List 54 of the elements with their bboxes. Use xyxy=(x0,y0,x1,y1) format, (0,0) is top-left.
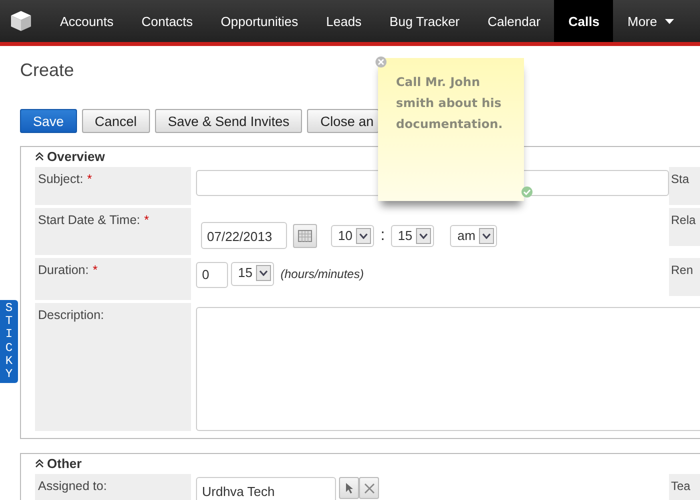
assigned-field[interactable]: Urdhva Tech xyxy=(196,477,336,500)
nav-tab[interactable]: Calls xyxy=(554,0,614,42)
panel-header[interactable]: Overview xyxy=(35,149,700,164)
field-label: Sta xyxy=(669,167,700,205)
panel-header[interactable]: Other xyxy=(35,456,700,471)
collapse-icon xyxy=(35,459,44,468)
chevron-icon xyxy=(256,265,272,281)
calendar-icon[interactable] xyxy=(293,224,317,248)
date-field[interactable]: 07/22/2013 xyxy=(201,222,287,249)
field-label: Rela xyxy=(669,208,700,246)
label-text: Assigned to: xyxy=(38,479,107,493)
clear-icon[interactable] xyxy=(359,477,379,499)
close-icon[interactable] xyxy=(375,56,387,68)
required-mark: * xyxy=(92,263,98,277)
label-text: Subject: xyxy=(38,172,84,186)
action-button[interactable]: Cancel xyxy=(82,109,150,133)
action-button[interactable]: Save xyxy=(20,109,77,133)
collapse-icon xyxy=(35,152,44,161)
nav-tab[interactable]: More xyxy=(613,0,688,42)
minute-select[interactable]: 15 xyxy=(390,224,434,246)
nav-tab[interactable]: Accounts xyxy=(46,0,128,42)
nav-tab[interactable]: Opportunities xyxy=(206,0,312,42)
chevron-icon xyxy=(416,228,432,244)
minutes-select[interactable]: 15 xyxy=(231,262,274,286)
hour-select[interactable]: 10 xyxy=(331,224,374,246)
sticky-tab[interactable]: STICKY xyxy=(0,300,18,384)
cube-logo-icon[interactable] xyxy=(10,10,32,32)
page-title: Create xyxy=(20,60,74,81)
duration-hint: (hours/minutes) xyxy=(280,267,364,281)
chevron-icon xyxy=(479,228,494,244)
checkmark-icon[interactable] xyxy=(521,186,533,198)
description-field[interactable] xyxy=(196,307,700,431)
field-label: Tea xyxy=(669,474,700,500)
label-text: Description: xyxy=(38,308,104,322)
action-button[interactable]: Save & Send Invites xyxy=(154,109,302,133)
caret-icon xyxy=(665,18,674,24)
note-text: Call Mr. John smith about his documentation. xyxy=(396,74,504,133)
panel-title: Other xyxy=(47,456,82,471)
nav-tab[interactable]: Leads xyxy=(312,0,376,42)
nav-tab[interactable]: Calendar xyxy=(474,0,554,42)
chevron-icon xyxy=(356,228,372,244)
panel-title: Overview xyxy=(47,149,105,164)
required-mark: * xyxy=(144,213,149,227)
nav-tab[interactable]: Contacts xyxy=(127,0,207,42)
pointer-icon[interactable] xyxy=(339,477,359,499)
label-text: Duration: xyxy=(38,263,89,277)
field-label: Ren xyxy=(669,258,700,296)
action-button[interactable]: Close an xyxy=(307,109,379,133)
time-separator: : xyxy=(380,226,385,244)
meridiem-select[interactable]: am xyxy=(450,224,498,246)
label-text: Start Date & Time: xyxy=(38,213,140,227)
nav-tab[interactable]: Bug Tracker xyxy=(376,0,474,42)
hours-field[interactable]: 0 xyxy=(196,262,228,288)
required-mark: * xyxy=(87,172,92,186)
